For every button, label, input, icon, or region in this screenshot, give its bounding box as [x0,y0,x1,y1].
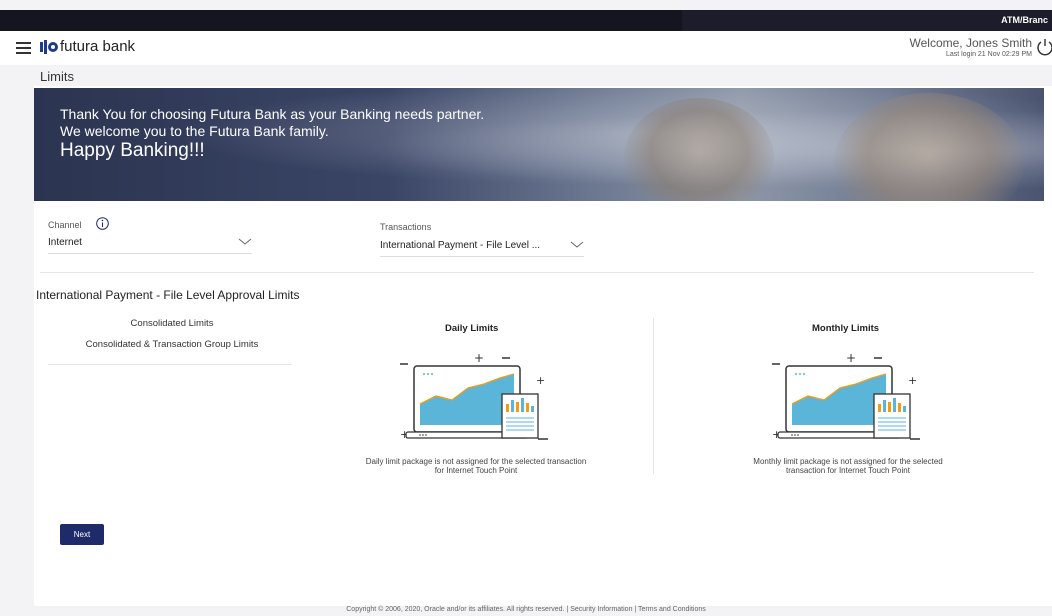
header: futura bank Welcome, Jones Smith Last lo… [0,31,1052,65]
svg-text:+: + [846,354,856,365]
monthly-limits-message: Monthly limit package is not assigned fo… [753,457,943,475]
welcome-block: Welcome, Jones Smith Last login 21 Nov 0… [910,36,1033,58]
top-bar: ATM/Branc [0,10,1052,31]
daily-limits-message: Daily limit package is not assigned for … [365,457,587,475]
section-divider [40,272,1034,273]
svg-text:+: + [908,374,917,387]
laptop-chart-illustration: + + + [400,354,548,441]
svg-text:+: + [474,354,484,365]
atm-branch-link[interactable]: ATM/Branc [1001,15,1048,25]
transactions-select[interactable]: International Payment - File Level ... [380,235,584,257]
futura-logo-icon [40,40,58,54]
banner-line-3: Happy Banking!!! [60,140,205,161]
main-content: Thank You for choosing Futura Bank as yo… [34,86,1052,606]
page-title: Limits [40,69,74,84]
laptop-chart-illustration: + + + [772,354,920,441]
hamburger-menu-icon[interactable] [16,42,31,54]
top-bar-segment [682,10,1052,31]
section-title: International Payment - File Level Appro… [36,288,300,302]
channel-label: Channel [48,220,82,230]
channel-select[interactable]: Internet [48,232,252,254]
column-divider [653,318,654,474]
welcome-text: Welcome, Jones Smith [909,36,1033,50]
banner-line-1: Thank You for choosing Futura Bank as yo… [60,106,485,122]
transactions-value: International Payment - File Level ... [380,240,541,251]
tab-underline [48,364,292,365]
chevron-down-icon [238,238,252,245]
monthly-limits-title: Monthly Limits [812,323,880,334]
brand-name[interactable]: futura bank [60,38,135,55]
transactions-label: Transactions [380,222,432,232]
footer: Copyright © 2006, 2020, Oracle and/or it… [346,606,706,613]
daily-limits-title: Daily Limits [445,323,499,334]
tab-consolidated-limits[interactable]: Consolidated Limits [82,318,262,329]
last-login-text: Last login 21 Nov 02:29 PM [946,51,1032,58]
svg-text:+: + [536,374,545,387]
next-button[interactable]: Next [60,524,104,545]
welcome-banner: Thank You for choosing Futura Bank as yo… [34,88,1044,201]
channel-value: Internet [48,237,82,248]
chevron-down-icon [570,241,584,248]
banner-line-2: We welcome you to the Futura Bank family… [60,123,329,139]
tab-consolidated-transaction-group-limits[interactable]: Consolidated & Transaction Group Limits [72,339,272,350]
power-icon[interactable] [1036,38,1052,56]
info-icon[interactable] [96,217,109,230]
